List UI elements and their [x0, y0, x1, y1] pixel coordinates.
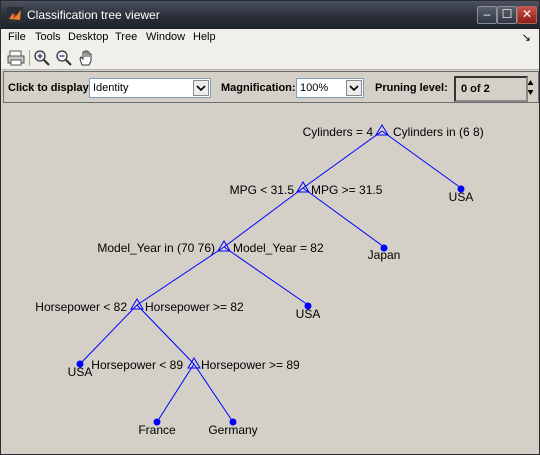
close-button[interactable]: ✕ [517, 6, 537, 24]
leaf-label: USA [296, 307, 321, 321]
maximize-icon: ☐ [501, 7, 513, 21]
edge [136, 246, 225, 306]
leaf-label: Germany [208, 423, 257, 437]
menu-window[interactable]: Window [146, 31, 185, 43]
pruning-label: Pruning level: [375, 82, 448, 94]
split-label: Model_Year in (70 76) [97, 241, 215, 255]
classification-tree-window: Classification tree viewer – ☐ ✕ File To… [0, 0, 540, 455]
leaf-label: France [138, 423, 176, 437]
split-label: Horsepower >= 89 [201, 358, 300, 372]
minimize-button[interactable]: – [477, 6, 497, 24]
chevron-down-icon[interactable] [193, 80, 209, 96]
minimize-icon: – [483, 7, 491, 21]
window-title: Classification tree viewer [27, 8, 160, 22]
pruning-level-value: 0 of 2 [461, 83, 490, 95]
zoom-out-icon[interactable] [55, 49, 73, 67]
edge [156, 363, 195, 423]
split-label: Horsepower >= 82 [145, 300, 244, 314]
split-label: Horsepower < 89 [91, 358, 183, 372]
menu-help[interactable]: Help [193, 31, 216, 43]
menu-tools[interactable]: Tools [35, 31, 61, 43]
print-icon[interactable] [7, 49, 25, 67]
split-label: Cylinders in (6 8) [393, 125, 484, 139]
toolbar-separator [29, 50, 30, 66]
magnification-select[interactable]: 100% [296, 78, 364, 98]
tree-edges [79, 130, 462, 423]
leaf-label: USA [68, 365, 93, 379]
menu-file[interactable]: File [8, 31, 26, 43]
split-label: Cylinders = 4 [303, 125, 374, 139]
matlab-logo-icon [7, 7, 23, 23]
magnification-select-value: 100% [300, 82, 329, 94]
zoom-in-icon[interactable] [33, 49, 51, 67]
menu-bar: File Tools Desktop Tree Window Help ↘ [1, 29, 539, 47]
edge [381, 130, 462, 189]
edge [193, 363, 234, 423]
toolbar [1, 47, 539, 70]
display-label: Click to display: [8, 82, 93, 94]
split-label: Horsepower < 82 [35, 300, 127, 314]
display-select-value: Identity [93, 82, 129, 94]
leaf-label: USA [449, 190, 474, 204]
edge [223, 246, 309, 306]
spin-up-icon[interactable] [527, 78, 534, 87]
magnification-label: Magnification: [221, 82, 296, 94]
title-bar[interactable]: Classification tree viewer – ☐ ✕ [1, 1, 539, 29]
close-icon: ✕ [521, 7, 533, 21]
split-label: MPG < 31.5 [230, 183, 295, 197]
pan-hand-icon[interactable] [77, 49, 95, 67]
menu-desktop[interactable]: Desktop [68, 31, 108, 43]
leaf-label: Japan [368, 248, 401, 262]
spin-down-icon[interactable] [527, 88, 534, 97]
edge [302, 130, 383, 189]
menu-tree[interactable]: Tree [115, 31, 137, 43]
dock-arrow-icon[interactable]: ↘ [522, 31, 531, 44]
pruning-level-field[interactable]: 0 of 2 [454, 76, 528, 102]
split-label: Model_Year = 82 [233, 241, 324, 255]
branch-node-triangle[interactable] [130, 298, 144, 310]
maximize-button[interactable]: ☐ [497, 6, 517, 24]
control-panel: Click to display: Identity Magnification… [3, 71, 539, 103]
display-select[interactable]: Identity [89, 78, 211, 98]
split-label: MPG >= 31.5 [311, 183, 383, 197]
tree-canvas[interactable]: Cylinders = 4 Cylinders in (6 8) MPG < 3… [1, 102, 539, 454]
chevron-down-icon[interactable] [346, 80, 362, 96]
